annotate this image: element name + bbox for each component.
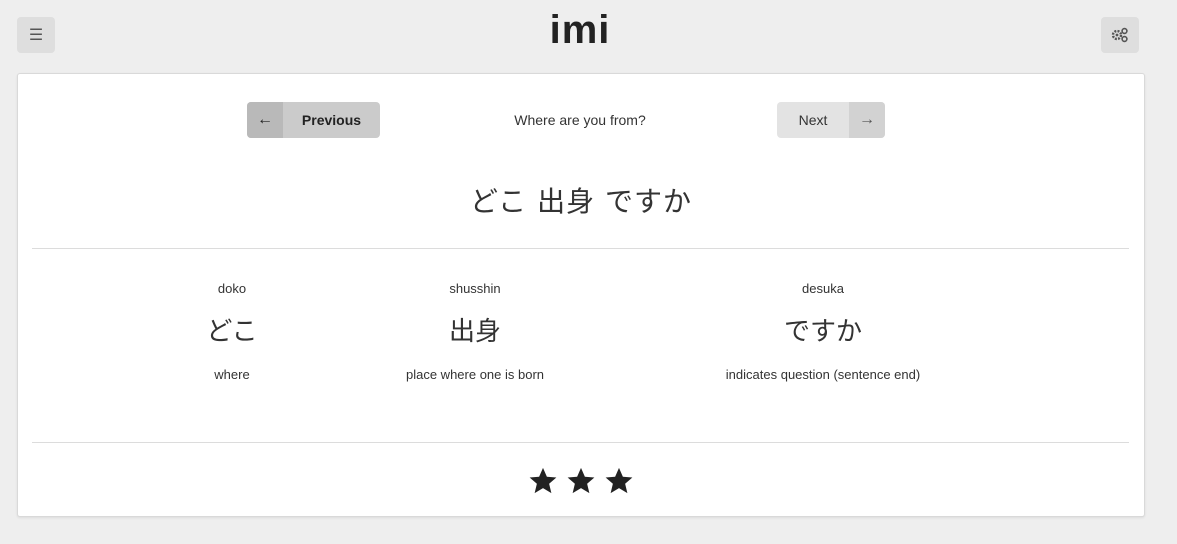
rating-stars xyxy=(18,466,1144,501)
previous-label: Previous xyxy=(301,112,362,128)
previous-button[interactable]: ← Previous xyxy=(247,102,380,138)
arrow-right-icon: → xyxy=(849,102,885,138)
next-label: Next xyxy=(798,112,828,128)
word-kana: 出身 xyxy=(448,317,501,347)
word-meaning: place where one is born xyxy=(405,367,545,382)
word-meaning: where xyxy=(214,367,250,382)
divider xyxy=(32,248,1129,249)
star-icon[interactable] xyxy=(565,466,597,496)
word-kana: ですか xyxy=(783,317,862,347)
word-romaji: shusshin xyxy=(449,281,501,296)
star-icon[interactable] xyxy=(527,466,559,496)
app-title: imi xyxy=(549,8,611,52)
question-text: Where are you from? xyxy=(514,112,646,128)
word-romaji: doko xyxy=(217,281,247,296)
word-breakdown: doko どこ where xyxy=(182,274,282,390)
gears-icon xyxy=(1111,27,1128,43)
divider xyxy=(32,442,1129,443)
next-button[interactable]: Next → xyxy=(777,102,885,138)
word-meaning: indicates question (sentence end) xyxy=(725,367,921,382)
word-breakdown: desuka ですか indicates question (sentence … xyxy=(698,274,948,390)
japanese-sentence: どこ 出身 ですか xyxy=(470,185,692,218)
arrow-left-icon: ← xyxy=(247,102,283,138)
word-kana: どこ xyxy=(206,317,258,347)
word-breakdown: shusshin 出身 place where one is born xyxy=(375,274,575,390)
settings-button[interactable] xyxy=(1101,17,1139,53)
star-icon[interactable] xyxy=(603,466,635,496)
word-romaji: desuka xyxy=(802,281,844,296)
flashcard: ← Previous Where are you from? Next → どこ… xyxy=(17,73,1145,517)
